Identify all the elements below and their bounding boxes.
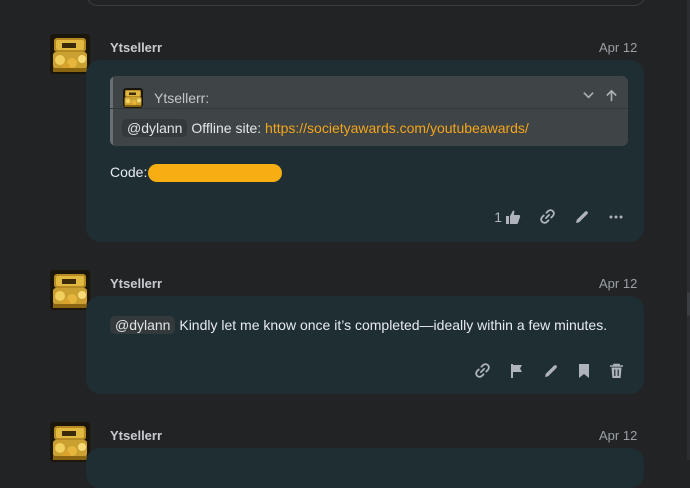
username[interactable]: Ytsellerr bbox=[110, 40, 162, 55]
quote-text: @dylann Offline site: https://societyawa… bbox=[122, 119, 529, 137]
bookmark-button[interactable] bbox=[577, 363, 591, 379]
arrow-up-icon[interactable] bbox=[605, 86, 618, 102]
like-button[interactable]: 1 bbox=[494, 209, 521, 225]
post-bubble: @dylann Kindly let me know once it’s com… bbox=[86, 296, 644, 394]
chevron-down-icon[interactable] bbox=[582, 86, 599, 102]
more-icon bbox=[609, 215, 623, 218]
code-label: Code: bbox=[110, 164, 148, 180]
username[interactable]: Ytsellerr bbox=[110, 428, 162, 443]
post-body: @dylann Kindly let me know once it’s com… bbox=[110, 316, 607, 334]
post-date[interactable]: Apr 12 bbox=[599, 428, 637, 443]
like-icon bbox=[506, 210, 521, 224]
post-bubble: Ytsellerr: @dylann Offline site: https:/… bbox=[86, 60, 644, 242]
pencil-icon bbox=[576, 210, 588, 223]
redaction-mark bbox=[148, 164, 282, 182]
post-bubble bbox=[86, 448, 644, 488]
post-actions bbox=[474, 362, 624, 379]
pencil-icon bbox=[545, 364, 557, 377]
edit-button[interactable] bbox=[574, 209, 590, 225]
copy-link-button[interactable] bbox=[539, 208, 556, 225]
mention[interactable]: @dylann bbox=[110, 316, 176, 334]
quote-divider bbox=[110, 108, 628, 109]
flag-button[interactable] bbox=[509, 363, 525, 379]
quote-controls bbox=[576, 86, 618, 102]
timeline-rail bbox=[673, 0, 690, 460]
more-button[interactable] bbox=[608, 209, 624, 225]
avatar[interactable] bbox=[50, 422, 90, 462]
post-actions: 1 bbox=[494, 208, 624, 225]
link-icon bbox=[540, 209, 555, 224]
mention[interactable]: @dylann bbox=[122, 119, 188, 137]
quote-avatar bbox=[123, 88, 143, 108]
avatar[interactable] bbox=[50, 34, 90, 74]
avatar[interactable] bbox=[50, 270, 90, 310]
quote-block: Ytsellerr: @dylann Offline site: https:/… bbox=[110, 76, 628, 146]
post-date[interactable]: Apr 12 bbox=[599, 276, 637, 291]
copy-link-button[interactable] bbox=[474, 362, 491, 379]
quote-link[interactable]: https://societyawards.com/youtubeawards/ bbox=[265, 120, 529, 136]
bookmark-icon bbox=[579, 363, 589, 378]
post-date[interactable]: Apr 12 bbox=[599, 40, 637, 55]
username[interactable]: Ytsellerr bbox=[110, 276, 162, 291]
post-text: Kindly let me know once it’s completed—i… bbox=[179, 317, 608, 333]
trash-icon bbox=[610, 363, 623, 378]
quote-bar bbox=[110, 76, 113, 146]
edit-button[interactable] bbox=[543, 363, 559, 379]
quote-author: Ytsellerr: bbox=[154, 90, 210, 106]
quote-body: Offline site: bbox=[191, 120, 262, 136]
link-icon bbox=[475, 363, 490, 378]
delete-button[interactable] bbox=[609, 363, 624, 379]
flag-icon bbox=[511, 363, 522, 378]
previous-post-bubble bbox=[86, 0, 646, 6]
like-count: 1 bbox=[494, 208, 502, 225]
